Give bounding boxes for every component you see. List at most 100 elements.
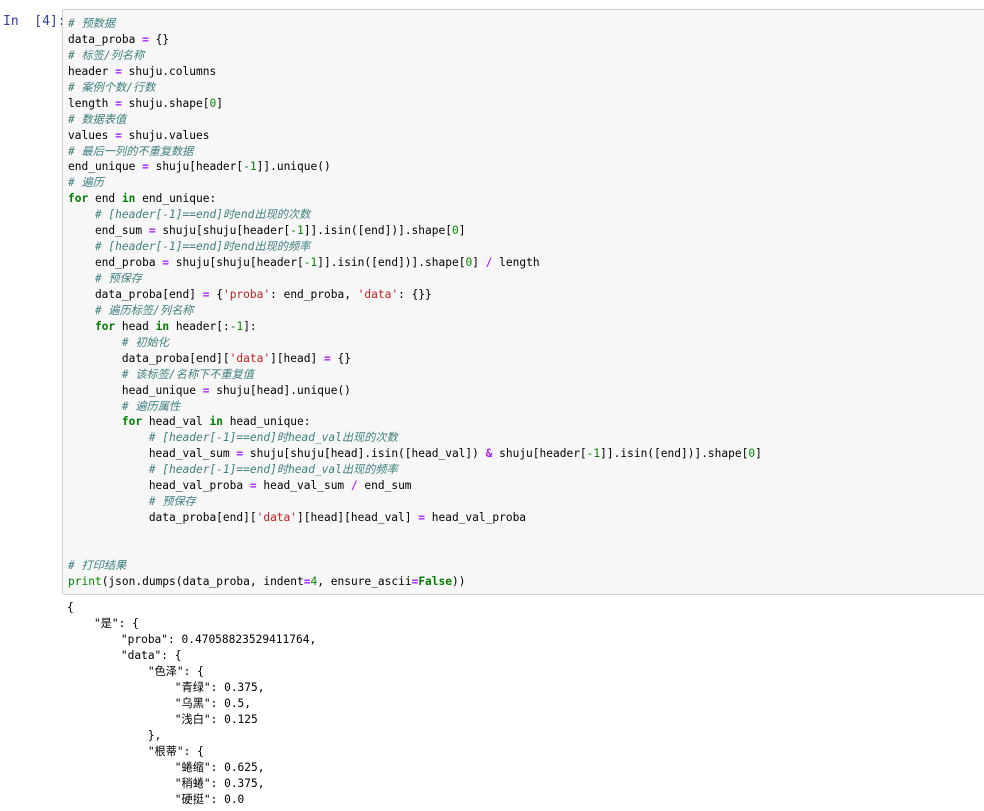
output-line: }, <box>67 729 162 742</box>
output-line: "data": { <box>67 649 182 662</box>
code-line: # 遍历 <box>68 175 984 191</box>
code-line: data_proba[end]['data'][head] = {} <box>68 351 984 367</box>
code-token: / <box>350 479 358 493</box>
code-line: end_proba = shuju[shuju[header[-1]].isin… <box>68 255 984 271</box>
code-token: -1 <box>243 160 257 174</box>
code-token: # 案例个数/行数 <box>68 80 156 94</box>
code-line: # [header[-1]==end]时head_val出现的频率 <box>68 462 984 478</box>
code-token: = <box>142 32 149 46</box>
code-token: ] <box>216 96 223 110</box>
code-line: for end in end_unique: <box>68 191 984 207</box>
code-token: shuju[shuju[header[ <box>169 256 304 270</box>
code-token: = <box>249 479 257 493</box>
code-token: head_unique: <box>222 415 311 429</box>
code-token: print <box>68 574 102 588</box>
code-token: {} <box>148 32 170 46</box>
code-token: # 打印结果 <box>68 558 127 572</box>
code-cell-input[interactable]: # 预数据 data_proba = {} # 标签/列名称 header = shu… <box>62 9 984 595</box>
code-token: = <box>418 511 426 525</box>
code-line: # 该标签/名称下不重复值 <box>68 367 984 383</box>
code-token: # 遍历 <box>68 176 104 190</box>
code-token: # 标签/列名称 <box>68 48 145 62</box>
code-token: # 预数据 <box>68 17 116 30</box>
code-token: # 预保存 <box>94 272 142 285</box>
code-line: # [header[-1]==end]时end出现的次数 <box>68 207 984 223</box>
code-token: ]].isin([end])].shape[ <box>600 447 749 461</box>
code-token: head_val_proba <box>425 511 527 525</box>
code-line: # 遍历标签/列名称 <box>68 303 984 319</box>
code-token: ]].isin([end])].shape[ <box>303 224 452 238</box>
code-token: = <box>148 224 156 238</box>
code-token: (json.dumps(data_proba, indent <box>101 574 304 588</box>
code-token: # 遍历属性 <box>121 399 181 413</box>
code-token: ]: <box>243 319 257 333</box>
code-token: head_unique <box>68 383 203 397</box>
code-line: print(json.dumps(data_proba, indent=4, e… <box>68 574 984 590</box>
code-token: for <box>94 319 116 333</box>
code-line: for head_val in head_unique: <box>68 414 984 430</box>
code-token: for <box>68 192 89 206</box>
code-line: # 打印结果 <box>68 558 984 574</box>
output-line: "色泽": { <box>67 665 204 678</box>
code-token: shuju[header[ <box>148 160 244 174</box>
code-token: data_proba[end][ <box>68 351 230 365</box>
code-token: 0 <box>451 224 459 238</box>
output-line: "蜷缩": 0.625, <box>67 761 265 774</box>
code-line: for head in header[:-1]: <box>68 319 984 335</box>
code-token: -1 <box>303 256 318 270</box>
output-line: "稍蜷": 0.375, <box>67 777 265 790</box>
code-token: -1 <box>290 224 304 238</box>
code-line: # 遍历属性 <box>68 399 984 415</box>
code-token: 'data' <box>256 511 298 525</box>
code-token: )) <box>452 574 466 588</box>
code-token: = <box>115 128 122 142</box>
cell-prompt: In [4]: <box>3 14 66 29</box>
output-line: "根蒂": { <box>67 745 204 758</box>
code-token: { <box>209 287 223 301</box>
code-token: # 遍历标签/列名称 <box>94 303 194 317</box>
code-token: # [header[-1]==end]时end出现的频率 <box>94 240 311 254</box>
code-editor[interactable]: # 预数据 data_proba = {} # 标签/列名称 header = shu… <box>63 10 984 590</box>
code-token: values <box>68 128 116 142</box>
output-line: "proba": 0.47058823529411764, <box>67 633 317 646</box>
code-line: # 预保存 <box>68 494 984 510</box>
output-line: "青绿": 0.375, <box>67 681 265 694</box>
code-token: shuju.columns <box>121 64 217 78</box>
code-token: head_val_sum <box>68 447 237 461</box>
output-line: "是": { <box>67 617 139 630</box>
code-line: data_proba[end]['data'][head][head_val] … <box>68 510 984 526</box>
code-token: # [header[-1]==end]时head_val出现的次数 <box>148 431 398 445</box>
code-token: end <box>88 192 122 206</box>
code-token: end_unique <box>68 160 143 174</box>
code-token: , ensure_ascii <box>317 574 412 588</box>
code-line: # [header[-1]==end]时head_val出现的次数 <box>68 430 984 446</box>
code-token: header <box>68 64 116 78</box>
code-token: : end_proba, <box>270 287 358 301</box>
code-token: ][head][head_val] <box>297 511 419 525</box>
code-token: in <box>121 192 136 206</box>
code-token: data_proba <box>68 32 143 46</box>
code-token: # [header[-1]==end]时end出现的次数 <box>94 208 311 222</box>
code-token: ] <box>472 256 486 270</box>
code-token: = <box>323 351 331 365</box>
output-line: "乌黑": 0.5, <box>67 697 252 710</box>
code-token: end_proba <box>68 256 163 270</box>
code-token: = <box>142 160 149 174</box>
code-line: length = shuju.shape[0] <box>68 96 984 112</box>
code-token: ] <box>755 447 762 461</box>
code-token: 'proba' <box>222 287 271 301</box>
code-token: data_proba[end] <box>68 287 203 301</box>
code-token: end_unique: <box>135 192 217 206</box>
code-token: head_val_sum <box>256 479 351 493</box>
code-token: head <box>115 319 156 333</box>
code-line: # 预数据 <box>68 16 984 32</box>
